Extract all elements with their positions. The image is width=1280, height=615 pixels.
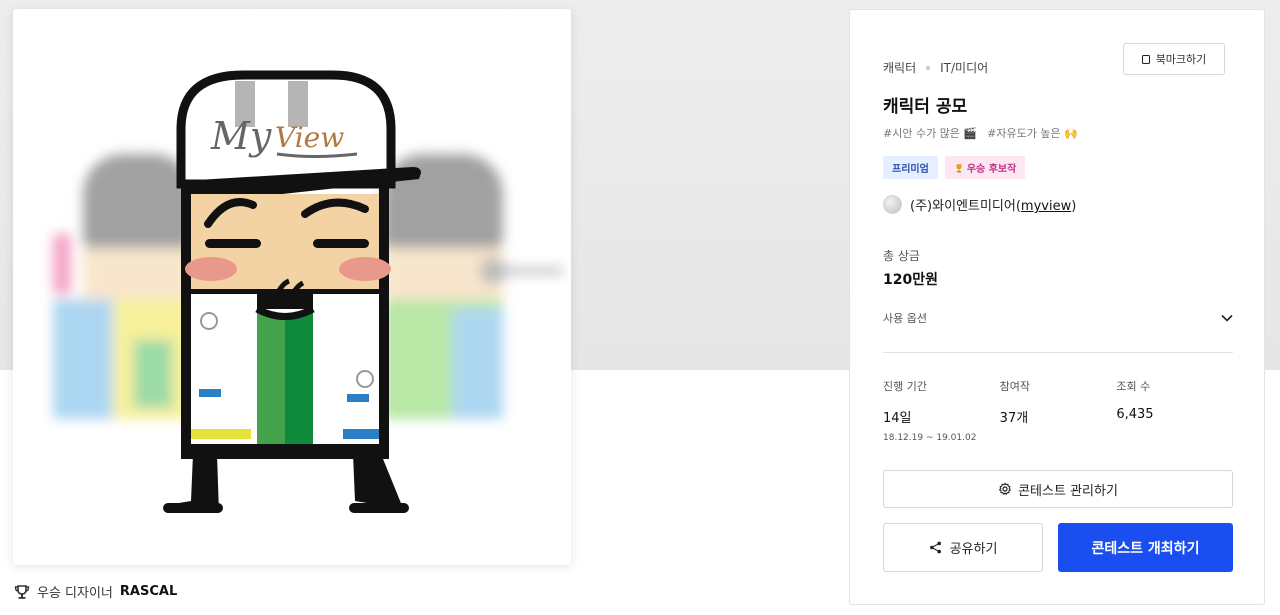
share-button[interactable]: 공유하기 [883, 523, 1043, 572]
contest-stats: 진행 기간 14일 18.12.19 ~ 19.01.02 참여작 37개 조회… [883, 378, 1233, 443]
trophy-icon [14, 584, 30, 599]
premium-badge: 프리미엄 [883, 156, 938, 179]
host-contest-button[interactable]: 콘테스트 개최하기 [1058, 523, 1233, 572]
page-title: 캐릭터 공모 [883, 97, 968, 117]
winning-design-image[interactable]: My View [13, 9, 571, 565]
stat-views: 조회 수 6,435 [1116, 378, 1233, 443]
tag-item[interactable]: #시안 수가 많은 🎬 [883, 125, 977, 141]
gear-icon [999, 482, 1012, 495]
logo-my: My [210, 114, 272, 158]
winner-name[interactable]: RASCAL [120, 584, 177, 599]
winner-candidate-badge: 우승 후보작 [944, 156, 1026, 179]
badge-list: 프리미엄 우승 후보작 [883, 156, 1026, 179]
bookmark-icon [1141, 54, 1150, 64]
bookmark-label: 북마크하기 [1155, 53, 1207, 66]
prize-label: 총 상금 [883, 249, 920, 263]
tag-item[interactable]: #자유도가 높은 🙌 [987, 125, 1078, 141]
divider [883, 352, 1233, 353]
main-character: My View [163, 70, 421, 513]
usage-options-toggle[interactable]: 사용 옵션 [883, 308, 1233, 328]
contest-info-panel: 캐릭터 IT/미디어 북마크하기 캐릭터 공모 #시안 수가 많은 🎬 #자유도… [849, 9, 1265, 605]
participants-label: 참여작 [999, 380, 1031, 393]
breadcrumb-category[interactable]: 캐릭터 [883, 59, 916, 76]
trophy-icon [956, 163, 962, 172]
manage-contest-button[interactable]: 콘테스트 관리하기 [883, 470, 1233, 508]
host-name: (주)와이엔트미디어 [910, 199, 1016, 214]
host-paren-close: ) [1071, 199, 1077, 214]
winner-designer: 우승 디자이너 RASCAL [14, 582, 177, 601]
host-profile-link[interactable]: myview [1021, 199, 1071, 214]
share-icon [929, 541, 941, 554]
breadcrumb: 캐릭터 IT/미디어 [883, 59, 988, 76]
winner-candidate-label: 우승 후보작 [966, 164, 1017, 175]
share-label: 공유하기 [949, 542, 998, 557]
views-value: 6,435 [1116, 407, 1154, 422]
winner-label: 우승 디자이너 [37, 586, 113, 601]
prize-value: 120만원 [883, 272, 938, 288]
character-illustration: My View [53, 70, 563, 513]
manage-contest-label: 콘테스트 관리하기 [1018, 483, 1118, 499]
stat-participants: 참여작 37개 [1000, 378, 1117, 443]
avatar [883, 195, 902, 214]
tag-list: #시안 수가 많은 🎬 #자유도가 높은 🙌 [883, 125, 1078, 141]
chevron-down-icon [1221, 314, 1233, 322]
host-info: (주)와이엔트미디어(myview) [883, 195, 1076, 214]
period-value: 14일 [883, 411, 912, 426]
stat-period: 진행 기간 14일 18.12.19 ~ 19.01.02 [883, 378, 1000, 443]
period-label: 진행 기간 [883, 380, 927, 393]
period-dates: 18.12.19 ~ 19.01.02 [883, 433, 977, 443]
logo-view: View [275, 121, 344, 154]
participants-value: 37개 [999, 411, 1029, 426]
bookmark-button[interactable]: 북마크하기 [1123, 43, 1225, 75]
views-label: 조회 수 [1116, 380, 1151, 393]
breadcrumb-field[interactable]: IT/미디어 [940, 59, 988, 76]
breadcrumb-separator [926, 65, 931, 70]
usage-options-label: 사용 옵션 [883, 312, 927, 325]
